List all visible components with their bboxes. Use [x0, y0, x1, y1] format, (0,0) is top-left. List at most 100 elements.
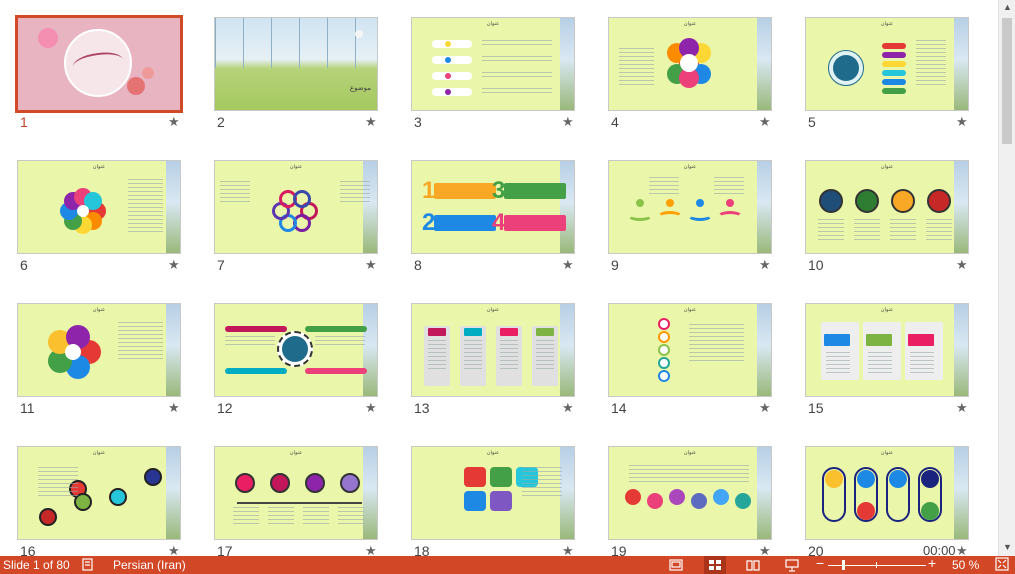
- slide-preview[interactable]: عنوان: [805, 160, 969, 254]
- slide-thumbnail-5[interactable]: عنوان 5 ★: [788, 0, 985, 140]
- slide-sorter-view-button[interactable]: [704, 556, 726, 574]
- shape-circle: [270, 473, 290, 493]
- slide-preview[interactable]: [15, 15, 183, 113]
- zoom-slider-thumb[interactable]: [842, 560, 845, 570]
- text-line: [536, 344, 554, 345]
- slide-preview[interactable]: عنوان: [608, 160, 772, 254]
- slide-show-button[interactable]: [781, 556, 803, 574]
- slide-thumbnail-7[interactable]: عنوان 7 ★: [197, 143, 394, 283]
- slide-thumbnail-1[interactable]: 1 ★: [0, 0, 197, 140]
- slide-thumbnail-4[interactable]: عنوان 4 ★: [591, 0, 788, 140]
- text-line: [926, 231, 952, 232]
- animation-star-icon[interactable]: ★: [956, 257, 968, 273]
- slide-preview[interactable]: عنوان: [608, 446, 772, 540]
- animation-star-icon[interactable]: ★: [365, 400, 377, 416]
- animation-star-icon[interactable]: ★: [168, 257, 180, 273]
- slide-title: عنوان: [880, 164, 894, 170]
- slide-thumbnail-20[interactable]: عنوان 20 00:00 ★: [788, 429, 985, 556]
- slide-preview[interactable]: 1 3 2 4: [411, 160, 575, 254]
- slide-title: عنوان: [289, 450, 303, 456]
- scroll-up-arrow-icon[interactable]: ▲: [1000, 0, 1015, 15]
- text-line: [38, 491, 78, 492]
- slide-preview[interactable]: عنوان: [411, 17, 575, 111]
- animation-star-icon[interactable]: ★: [562, 543, 574, 556]
- animation-star-icon[interactable]: ★: [365, 257, 377, 273]
- slide-thumbnail-14[interactable]: عنوان 14 ★: [591, 286, 788, 426]
- scrollbar-thumb[interactable]: [1002, 18, 1012, 144]
- animation-star-icon[interactable]: ★: [562, 114, 574, 130]
- slide-preview[interactable]: عنوان: [805, 303, 969, 397]
- reading-view-button[interactable]: [742, 556, 764, 574]
- fit-to-window-icon[interactable]: [995, 557, 1009, 574]
- shape-circle: [927, 189, 951, 213]
- animation-star-icon[interactable]: ★: [956, 543, 968, 556]
- zoom-level[interactable]: 50 %: [952, 558, 979, 572]
- scroll-down-arrow-icon[interactable]: ▼: [1000, 540, 1015, 555]
- slide-sorter-grid[interactable]: 1 ★ موضوع 2 ★ عنوان 3 ★ عنوان 4 ★ عنوان …: [0, 0, 998, 556]
- animation-star-icon[interactable]: ★: [168, 543, 180, 556]
- animation-star-icon[interactable]: ★: [562, 257, 574, 273]
- slide-preview[interactable]: عنوان: [805, 17, 969, 111]
- slide-thumbnail-3[interactable]: عنوان 3 ★: [394, 0, 591, 140]
- animation-star-icon[interactable]: ★: [168, 114, 180, 130]
- slide-thumbnail-10[interactable]: عنوان 10 ★: [788, 143, 985, 283]
- vertical-scrollbar[interactable]: ▲ ▼: [998, 0, 1015, 556]
- shape-circle: [282, 336, 308, 362]
- slide-thumbnail-12[interactable]: 12 ★: [197, 286, 394, 426]
- slide-count-indicator[interactable]: Slide 1 of 80: [3, 558, 70, 572]
- animation-star-icon[interactable]: ★: [759, 400, 771, 416]
- slide-thumbnail-6[interactable]: عنوان 6 ★: [0, 143, 197, 283]
- slide-thumbnail-18[interactable]: عنوان 18 ★: [394, 429, 591, 556]
- slide-preview[interactable]: [214, 303, 378, 397]
- slide-thumbnail-8[interactable]: 1 3 2 4 8 ★: [394, 143, 591, 283]
- shape-rect: [647, 493, 663, 509]
- text-line: [128, 227, 163, 228]
- animation-star-icon[interactable]: ★: [365, 543, 377, 556]
- animation-star-icon[interactable]: ★: [956, 400, 968, 416]
- slide-preview[interactable]: موضوع: [214, 17, 378, 111]
- notes-icon[interactable]: [81, 557, 95, 574]
- slide-preview[interactable]: عنوان: [214, 446, 378, 540]
- text-line: [619, 64, 654, 65]
- slide-preview[interactable]: عنوان: [608, 303, 772, 397]
- slide-thumbnail-13[interactable]: عنوان 13 ★: [394, 286, 591, 426]
- slide-number: 14: [611, 400, 627, 416]
- shape-circle: [658, 318, 670, 330]
- animation-star-icon[interactable]: ★: [365, 114, 377, 130]
- text-line: [338, 523, 364, 524]
- slide-preview[interactable]: عنوان: [411, 446, 575, 540]
- text-line: [868, 356, 892, 357]
- animation-star-icon[interactable]: ★: [759, 257, 771, 273]
- animation-star-icon[interactable]: ★: [759, 543, 771, 556]
- animation-star-icon[interactable]: ★: [562, 400, 574, 416]
- animation-star-icon[interactable]: ★: [759, 114, 771, 130]
- text-line: [340, 197, 370, 198]
- language-indicator[interactable]: Persian (Iran): [113, 558, 186, 572]
- animation-star-icon[interactable]: ★: [956, 114, 968, 130]
- text-line: [340, 181, 370, 182]
- slide-thumbnail-9[interactable]: عنوان 9 ★: [591, 143, 788, 283]
- shape-rect: [305, 368, 367, 374]
- text-line: [128, 231, 163, 232]
- slide-thumbnail-17[interactable]: عنوان 17 ★: [197, 429, 394, 556]
- text-line: [916, 56, 946, 57]
- slide-decoration: [954, 161, 968, 253]
- slide-thumbnail-2[interactable]: موضوع 2 ★: [197, 0, 394, 140]
- slide-number: 16: [20, 543, 36, 556]
- slide-preview[interactable]: عنوان: [805, 446, 969, 540]
- slide-thumbnail-16[interactable]: عنوان 16 ★: [0, 429, 197, 556]
- slide-preview[interactable]: عنوان: [17, 160, 181, 254]
- slide-thumbnail-19[interactable]: عنوان 19 ★: [591, 429, 788, 556]
- slide-thumbnail-11[interactable]: عنوان 11 ★: [0, 286, 197, 426]
- slide-preview[interactable]: عنوان: [17, 446, 181, 540]
- zoom-in-button[interactable]: +: [928, 556, 936, 570]
- slide-preview[interactable]: عنوان: [214, 160, 378, 254]
- slide-preview[interactable]: عنوان: [608, 17, 772, 111]
- slide-decoration: [757, 447, 771, 539]
- zoom-out-button[interactable]: −: [816, 556, 824, 570]
- slide-thumbnail-15[interactable]: عنوان 15 ★: [788, 286, 985, 426]
- animation-star-icon[interactable]: ★: [168, 400, 180, 416]
- slide-preview[interactable]: عنوان: [411, 303, 575, 397]
- normal-view-button[interactable]: [665, 556, 687, 574]
- slide-preview[interactable]: عنوان: [17, 303, 181, 397]
